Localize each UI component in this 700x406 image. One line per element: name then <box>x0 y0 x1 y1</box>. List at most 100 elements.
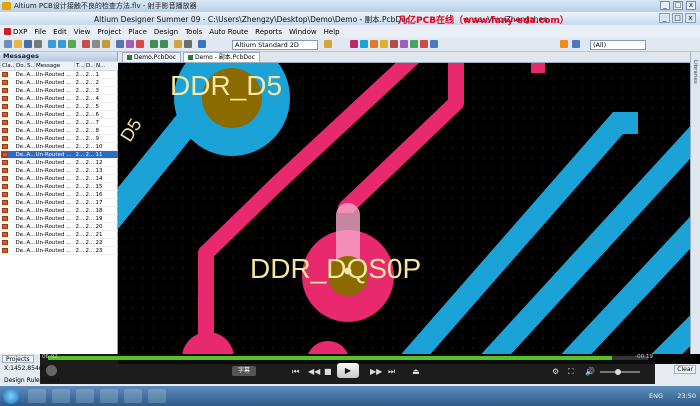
message-row[interactable]: De...A...Un-Routed ...2...2...2 <box>0 78 119 87</box>
clock[interactable]: 23:50 <box>677 392 696 400</box>
open-folder-icon[interactable] <box>14 40 22 48</box>
polygon-pour-icon[interactable] <box>410 40 418 48</box>
taskbar-app-4[interactable] <box>100 389 118 403</box>
open-file-icon[interactable]: ⏏ <box>412 367 420 376</box>
filter-icon[interactable] <box>560 40 568 48</box>
print-icon[interactable] <box>34 40 42 48</box>
save-icon[interactable] <box>24 40 32 48</box>
col-number[interactable]: N... <box>94 61 119 71</box>
volume-slider[interactable] <box>600 369 640 375</box>
col-message[interactable]: Message <box>34 61 75 71</box>
place-pad-icon[interactable] <box>370 40 378 48</box>
message-row[interactable]: De...A...Un-Routed ...2...2...4 <box>0 94 119 103</box>
view-config-select[interactable]: Altium Standard 2D <box>232 40 318 50</box>
move-icon[interactable] <box>126 40 134 48</box>
col-date[interactable]: D... <box>84 61 95 71</box>
taskbar-app-5[interactable] <box>124 389 142 403</box>
new-file-icon[interactable] <box>4 40 12 48</box>
menu-tools[interactable]: Tools <box>185 28 202 36</box>
top-trace-center[interactable] <box>338 63 464 216</box>
maximize-button[interactable]: □ <box>673 1 683 10</box>
taskbar-app-1[interactable] <box>28 389 46 403</box>
fullscreen-icon[interactable]: ⛶ <box>568 367 574 377</box>
menu-dxp[interactable]: DXP <box>4 28 27 36</box>
menu-design[interactable]: Design <box>154 28 178 36</box>
diff-pair-route-icon[interactable] <box>360 40 368 48</box>
deselect-icon[interactable] <box>136 40 144 48</box>
zoom-out-icon[interactable] <box>58 40 66 48</box>
libraries-tab[interactable]: Libraries <box>692 60 698 84</box>
menu-help[interactable]: Help <box>324 28 340 36</box>
taskbar-app-6[interactable] <box>148 389 166 403</box>
message-row[interactable]: De...A...Un-Routed ...2...2...11 <box>0 150 119 159</box>
redo-icon[interactable] <box>160 40 168 48</box>
minimize-button[interactable]: _ <box>660 1 670 10</box>
paste-icon[interactable] <box>102 40 110 48</box>
bottom-trace-3[interactable] <box>561 203 690 354</box>
next-track-icon[interactable]: ⏭ <box>388 367 395 377</box>
grid-icon[interactable] <box>174 40 182 48</box>
layer-icon[interactable] <box>324 40 332 48</box>
menu-edit[interactable]: Edit <box>53 28 67 36</box>
col-class[interactable]: Cla... <box>0 61 15 71</box>
message-row[interactable]: De...A...Un-Routed ...2...2...9 <box>0 134 119 143</box>
app-close-button[interactable]: x <box>685 13 696 23</box>
filter-select[interactable]: (All) <box>590 40 646 50</box>
message-row[interactable]: De...A...Un-Routed ...2...2...1 <box>0 70 119 79</box>
menu-file[interactable]: File <box>34 28 46 36</box>
menu-reports[interactable]: Reports <box>255 28 282 36</box>
message-row[interactable]: De...A...Un-Routed ...2...2...16 <box>0 190 119 199</box>
col-document[interactable]: Do... <box>14 61 26 71</box>
fit-board-icon[interactable] <box>68 40 76 48</box>
bottom-trace-4[interactable] <box>651 303 690 354</box>
menu-window[interactable]: Window <box>289 28 317 36</box>
tab-demo-copy-pcbdoc[interactable]: Demo - 副本.PcbDoc <box>182 52 260 62</box>
rule-icon[interactable] <box>184 40 192 48</box>
col-source[interactable]: S... <box>25 61 35 71</box>
col-time[interactable]: T... <box>74 61 85 71</box>
tab-demo-pcbdoc[interactable]: Demo.PcbDoc <box>122 52 181 62</box>
undo-icon[interactable] <box>150 40 158 48</box>
place-component-icon[interactable] <box>430 40 438 48</box>
message-row[interactable]: De...A...Un-Routed ...2...2...3 <box>0 86 119 95</box>
player-logo-icon[interactable] <box>46 365 57 376</box>
place-string-icon[interactable] <box>420 40 428 48</box>
message-row[interactable]: De...A...Un-Routed ...2...2...19 <box>0 214 119 223</box>
close-button[interactable]: x <box>686 1 696 10</box>
message-row[interactable]: De...A...Un-Routed ...2...2...14 <box>0 174 119 183</box>
volume-icon[interactable]: 🔊 <box>585 367 595 376</box>
settings-icon[interactable]: ⚙ <box>552 367 559 376</box>
message-row[interactable]: De...A...Un-Routed ...2...2...8 <box>0 126 119 135</box>
rewind-icon[interactable]: ◀◀ <box>308 367 320 376</box>
message-row[interactable]: De...A...Un-Routed ...2...2...7 <box>0 118 119 127</box>
message-row[interactable]: De...A...Un-Routed ...2...2...22 <box>0 238 119 247</box>
volume-knob[interactable] <box>615 369 621 375</box>
menu-auto-route[interactable]: Auto Route <box>209 28 248 36</box>
copy-icon[interactable] <box>92 40 100 48</box>
language-indicator[interactable]: ENG <box>649 392 663 400</box>
menu-place[interactable]: Place <box>128 28 147 36</box>
clear-button[interactable]: Clear <box>674 365 696 374</box>
interactive-route-icon[interactable] <box>350 40 358 48</box>
message-row[interactable]: De...A...Un-Routed ...2...2...18 <box>0 206 119 215</box>
message-row[interactable]: De...A...Un-Routed ...2...2...6 <box>0 110 119 119</box>
message-row[interactable]: De...A...Un-Routed ...2...2...5 <box>0 102 119 111</box>
menu-project[interactable]: Project <box>97 28 121 36</box>
seek-bar[interactable] <box>48 356 648 360</box>
message-row[interactable]: De...A...Un-Routed ...2...2...23 <box>0 246 119 255</box>
play-button[interactable]: ▶ <box>337 363 359 378</box>
stop-icon[interactable]: ■ <box>324 367 332 376</box>
message-row[interactable]: De...A...Un-Routed ...2...2...13 <box>0 166 119 175</box>
message-row[interactable]: De...A...Un-Routed ...2...2...21 <box>0 230 119 239</box>
app-maximize-button[interactable]: □ <box>672 13 683 23</box>
message-row[interactable]: De...A...Un-Routed ...2...2...10 <box>0 142 119 151</box>
start-button[interactable] <box>3 388 19 404</box>
right-panel-strip[interactable]: Libraries <box>690 52 700 354</box>
message-row[interactable]: De...A...Un-Routed ...2...2...15 <box>0 182 119 191</box>
message-row[interactable]: De...A...Un-Routed ...2...2...20 <box>0 222 119 231</box>
cut-icon[interactable] <box>82 40 90 48</box>
place-arc-icon[interactable] <box>390 40 398 48</box>
prev-track-icon[interactable]: ⏮ <box>292 367 299 377</box>
tab-projects[interactable]: Projects <box>2 355 34 363</box>
help-icon[interactable] <box>198 40 206 48</box>
